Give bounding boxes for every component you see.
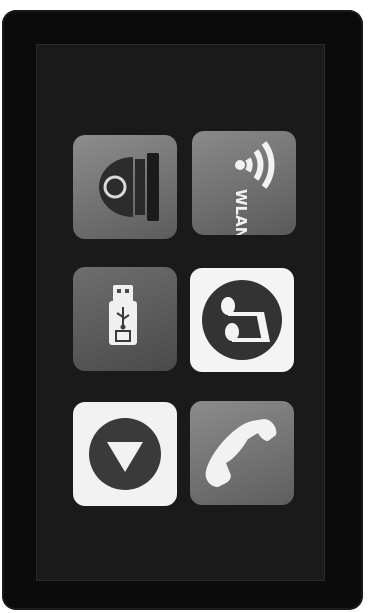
music-tile[interactable] xyxy=(190,268,294,372)
phone-tile[interactable] xyxy=(190,401,294,505)
usb-drive-icon xyxy=(109,285,137,345)
wlan-label: WLAN xyxy=(232,189,250,235)
music-note-icon xyxy=(202,280,282,360)
home-screen: WLAN xyxy=(36,44,325,581)
camera-tile[interactable] xyxy=(73,135,177,239)
dome-camera-icon xyxy=(99,153,159,221)
down-arrow-icon xyxy=(89,418,161,490)
wlan-tile[interactable]: WLAN xyxy=(192,131,296,235)
device-frame: WLAN xyxy=(2,10,363,610)
usb-tile[interactable] xyxy=(73,267,177,371)
phone-handset-icon xyxy=(205,419,277,487)
wlan-icon: WLAN xyxy=(232,141,275,235)
down-tile[interactable] xyxy=(73,402,177,506)
